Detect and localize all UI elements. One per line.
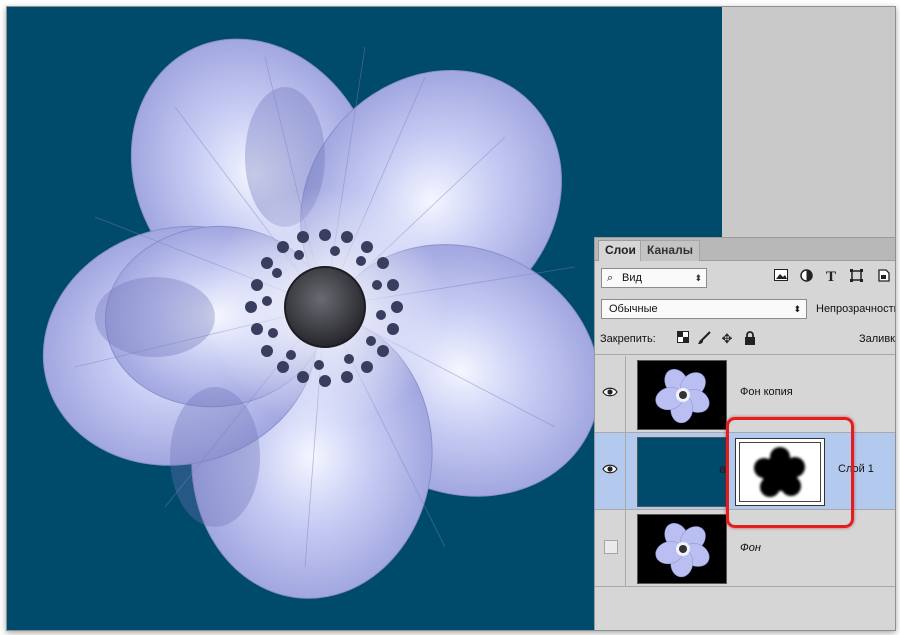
layer-thumbnail[interactable]: [637, 360, 727, 430]
filter-label: Вид: [622, 272, 642, 284]
fill-label: Заливка: [859, 333, 896, 345]
eye-icon: [602, 464, 618, 474]
lock-transparent-icon[interactable]: [675, 331, 691, 347]
tab-layers[interactable]: Слои: [598, 240, 643, 261]
type-filter-icon[interactable]: T: [823, 269, 839, 285]
eye-icon: [602, 387, 618, 397]
layer-visibility-toggle[interactable]: [595, 510, 626, 586]
lock-image-icon[interactable]: [696, 331, 712, 347]
lock-row: Закрепить: ✥ Заливка: [595, 324, 896, 355]
lock-position-icon[interactable]: ✥: [719, 331, 735, 347]
blend-row: Обычные ⬍ Непрозрачность: [595, 293, 896, 321]
tab-channels[interactable]: Каналы: [640, 240, 700, 261]
shape-filter-icon[interactable]: [848, 269, 864, 285]
layer-thumbnail[interactable]: [637, 514, 727, 584]
screenshot-frame: Слои Каналы ⌕ Вид ⬍ T Обычные ⬍ Непрозра…: [6, 6, 896, 631]
opacity-label: Непрозрачность: [816, 303, 896, 315]
layer-name[interactable]: Фон копия: [740, 386, 793, 398]
blend-mode-select[interactable]: Обычные ⬍: [601, 299, 807, 319]
smart-object-filter-icon[interactable]: [875, 269, 891, 285]
blend-mode-value: Обычные: [609, 303, 658, 315]
layer-filter-select[interactable]: ⌕ Вид ⬍: [601, 268, 707, 288]
lock-label: Закрепить:: [600, 333, 656, 345]
stepper-arrows-icon: ⬍: [793, 304, 801, 314]
layer-visibility-toggle[interactable]: [595, 433, 626, 509]
layer-visibility-toggle[interactable]: [595, 356, 626, 432]
search-icon: ⌕: [607, 272, 614, 284]
adjustment-filter-icon[interactable]: [798, 269, 814, 285]
image-filter-icon[interactable]: [773, 269, 789, 285]
filter-row: ⌕ Вид ⬍ T: [595, 261, 895, 291]
layer-name[interactable]: Фон: [740, 542, 761, 554]
mask-highlight-annotation: [726, 417, 854, 528]
panel-tabs: Слои Каналы: [595, 238, 895, 261]
lock-all-icon[interactable]: [742, 331, 758, 347]
layer-thumbnail[interactable]: [637, 437, 727, 507]
stepper-arrows-icon: ⬍: [694, 273, 702, 283]
visibility-empty-box: [604, 540, 618, 554]
